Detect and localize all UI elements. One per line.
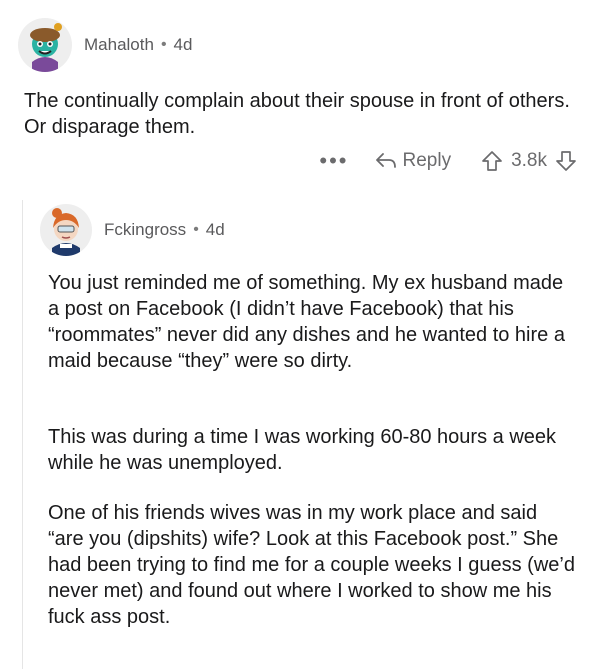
separator-dot: • — [193, 221, 199, 238]
comment-age: 4d — [205, 220, 225, 239]
vote-controls: 3.8k — [481, 150, 577, 172]
avatar[interactable] — [18, 18, 72, 72]
comment-header: Mahaloth • 4d — [18, 18, 192, 72]
username[interactable]: Fckingross — [104, 220, 186, 240]
avatar[interactable] — [40, 204, 92, 256]
avatar-image — [18, 18, 72, 72]
upvote-arrow-icon[interactable] — [481, 150, 503, 172]
comment-paragraph: This was during a time I was working 60-… — [48, 426, 557, 474]
reply-label: Reply — [402, 150, 452, 171]
comment-paragraph: You just reminded me of something. My ex… — [48, 272, 565, 372]
thread-line — [22, 200, 23, 669]
more-dots-icon[interactable]: ••• — [319, 150, 348, 172]
reply-arrow-icon — [375, 153, 396, 168]
avatar-image — [40, 204, 92, 256]
vote-count: 3.8k — [511, 150, 547, 171]
comment-actions: ••• Reply 3.8k — [319, 150, 577, 172]
username[interactable]: Mahaloth — [84, 35, 154, 55]
comment-header: Fckingross • 4d — [40, 204, 225, 256]
separator-dot: • — [160, 36, 167, 53]
comment-age: 4d — [173, 35, 193, 54]
reply-button[interactable]: Reply — [375, 150, 452, 172]
downvote-arrow-icon[interactable] — [555, 150, 577, 172]
comment-paragraph: One of his friends wives was in my work … — [48, 502, 575, 628]
comment-body: The continually complain about their spo… — [24, 90, 570, 138]
